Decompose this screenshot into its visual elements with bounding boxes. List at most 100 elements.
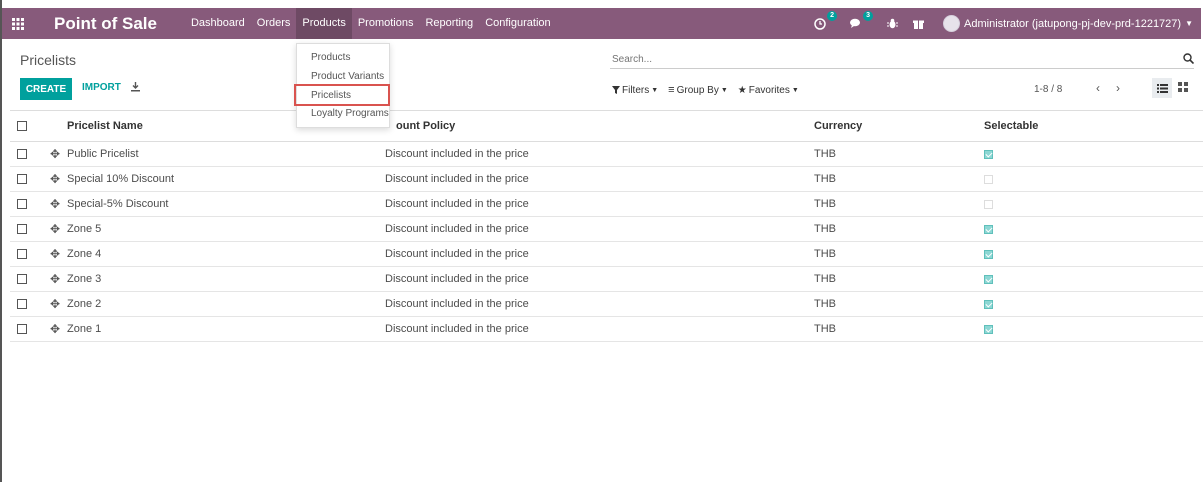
pricelist-name: Special-5% Discount — [67, 198, 169, 210]
row-checkbox[interactable] — [17, 292, 27, 316]
bug-icon[interactable] — [885, 17, 899, 31]
row-checkbox[interactable] — [17, 142, 27, 166]
drag-handle-icon[interactable]: ✥ — [50, 142, 60, 166]
dropdown-item-products[interactable]: Products — [311, 52, 350, 63]
pager-value[interactable]: 1-8 / 8 — [1034, 84, 1062, 95]
selectable-checkbox[interactable] — [984, 142, 993, 166]
currency: THB — [814, 198, 836, 210]
apps-menu-icon[interactable] — [2, 8, 34, 39]
drag-handle-icon[interactable]: ✥ — [50, 192, 60, 216]
table-body: ✥ Public Pricelist Discount included in th… — [10, 142, 1203, 342]
discount-policy: Discount included in the price — [385, 173, 529, 185]
drag-handle-icon[interactable]: ✥ — [50, 317, 60, 341]
gift-icon[interactable] — [911, 17, 925, 31]
pricelist-name: Public Pricelist — [67, 148, 139, 160]
table-row[interactable]: ✥ Zone 5 Discount included in the price THB — [10, 217, 1203, 242]
kanban-view-button[interactable] — [1178, 82, 1188, 95]
search-icon[interactable] — [1183, 53, 1195, 67]
messages-badge: 3 — [863, 10, 874, 21]
menu-products[interactable]: Products — [296, 8, 352, 39]
menu-dashboard[interactable]: Dashboard — [185, 8, 251, 39]
menu-orders[interactable]: Orders — [251, 8, 297, 39]
table-row[interactable]: ✥ Public Pricelist Discount included in th… — [10, 142, 1203, 167]
favorites-toggle[interactable]: ★ Favorites ▼ — [738, 84, 799, 96]
table-row[interactable]: ✥ Zone 4 Discount included in the price THB — [10, 242, 1203, 267]
header-currency[interactable]: Currency — [814, 111, 862, 141]
search-options: Filters ▼ ≡ Group By ▼ ★ Favorites ▼ — [612, 84, 799, 96]
import-button[interactable]: IMPORT — [82, 82, 121, 93]
drag-handle-icon[interactable]: ✥ — [50, 292, 60, 316]
create-button[interactable]: CREATE — [20, 78, 72, 100]
currency: THB — [814, 148, 836, 160]
header-pricelist-name[interactable]: Pricelist Name — [67, 111, 143, 141]
header-selectable[interactable]: Selectable — [984, 111, 1038, 141]
dropdown-item-product-variants[interactable]: Product Variants — [311, 71, 384, 82]
pager-previous-icon[interactable]: ‹ — [1096, 81, 1100, 95]
caret-down-icon: ▼ — [1185, 19, 1193, 28]
products-dropdown: Products Product Variants Pricelists Loy… — [294, 43, 390, 128]
selectable-checkbox[interactable] — [984, 192, 993, 216]
groupby-toggle[interactable]: ≡ Group By ▼ — [668, 84, 728, 96]
menu-reporting[interactable]: Reporting — [419, 8, 479, 39]
pricelist-name: Zone 4 — [67, 248, 102, 260]
highlight-box — [294, 84, 390, 106]
download-icon[interactable] — [130, 81, 141, 95]
breadcrumb: Pricelists — [20, 52, 77, 68]
messages-icon[interactable]: 3 — [849, 10, 874, 31]
table-row[interactable]: ✥ Zone 1 Discount included in the price THB — [10, 317, 1203, 342]
drag-handle-icon[interactable]: ✥ — [50, 242, 60, 266]
selectable-checkbox[interactable] — [984, 167, 993, 191]
app-title[interactable]: Point of Sale — [54, 14, 157, 34]
dropdown-item-loyalty-programs[interactable]: Loyalty Programs — [311, 108, 389, 119]
filter-icon — [612, 86, 620, 94]
user-menu[interactable]: Administrator (jatupong-pj-dev-prd-12217… — [943, 15, 1193, 32]
currency: THB — [814, 248, 836, 260]
selectable-checkbox[interactable] — [984, 267, 993, 291]
filters-toggle[interactable]: Filters ▼ — [612, 84, 658, 96]
favorites-label: Favorites — [748, 84, 790, 96]
header-discount-policy[interactable]: ount Policy — [396, 111, 455, 141]
activity-badge: 2 — [827, 10, 838, 21]
app-window: Point of Sale Dashboard Orders Products … — [0, 0, 1203, 482]
currency: THB — [814, 273, 836, 285]
pricelist-table: Pricelist Name ount Policy Currency Sele… — [10, 110, 1203, 342]
discount-policy: Discount included in the price — [385, 248, 529, 260]
row-checkbox[interactable] — [17, 217, 27, 241]
activity-icon[interactable]: 2 — [813, 10, 838, 31]
currency: THB — [814, 173, 836, 185]
row-checkbox[interactable] — [17, 242, 27, 266]
table-row[interactable]: ✥ Special-5% Discount Discount included in… — [10, 192, 1203, 217]
selectable-checkbox[interactable] — [984, 217, 993, 241]
pricelist-name: Special 10% Discount — [67, 173, 175, 185]
selectable-checkbox[interactable] — [984, 242, 993, 266]
table-row[interactable]: ✥ Special 10% Discount Discount included i… — [10, 167, 1203, 192]
discount-policy: Discount included in the price — [385, 323, 529, 335]
star-icon: ★ — [737, 84, 747, 96]
select-all-checkbox[interactable] — [17, 111, 27, 141]
currency: THB — [814, 298, 836, 310]
selectable-checkbox[interactable] — [984, 292, 993, 316]
currency: THB — [814, 223, 836, 235]
pricelist-name: Zone 5 — [67, 223, 102, 235]
menu-configuration[interactable]: Configuration — [479, 8, 556, 39]
discount-policy: Discount included in the price — [385, 273, 529, 285]
list-icon — [1156, 83, 1168, 93]
row-checkbox[interactable] — [17, 192, 27, 216]
row-checkbox[interactable] — [17, 167, 27, 191]
pager-next-icon[interactable]: › — [1116, 81, 1120, 95]
drag-handle-icon[interactable]: ✥ — [50, 267, 60, 291]
search-input[interactable] — [612, 51, 1152, 68]
table-row[interactable]: ✥ Zone 2 Discount included in the price THB — [10, 292, 1203, 317]
row-checkbox[interactable] — [17, 267, 27, 291]
bars-icon: ≡ — [668, 84, 675, 96]
table-row[interactable]: ✥ Zone 3 Discount included in the price THB — [10, 267, 1203, 292]
currency: THB — [814, 323, 836, 335]
menu-promotions[interactable]: Promotions — [352, 8, 420, 39]
pricelist-name: Zone 3 — [67, 273, 102, 285]
list-view-button[interactable] — [1152, 78, 1172, 98]
drag-handle-icon[interactable]: ✥ — [50, 217, 60, 241]
table-header: Pricelist Name ount Policy Currency Sele… — [10, 110, 1203, 142]
selectable-checkbox[interactable] — [984, 317, 993, 341]
row-checkbox[interactable] — [17, 317, 27, 341]
drag-handle-icon[interactable]: ✥ — [50, 167, 60, 191]
